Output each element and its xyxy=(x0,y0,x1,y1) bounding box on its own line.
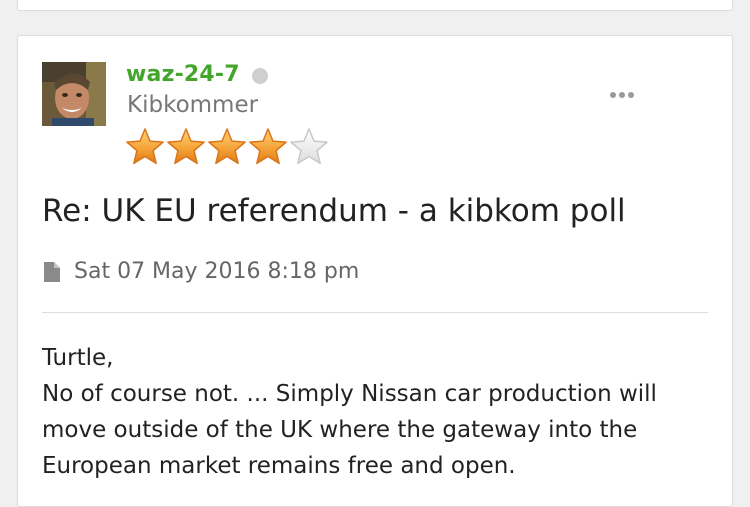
post-title: Re: UK EU referendum - a kibkom poll xyxy=(42,193,626,229)
more-options-icon[interactable] xyxy=(610,88,638,102)
post-body-line: move outside of the UK where the gateway… xyxy=(42,417,638,443)
rating-stars xyxy=(126,128,328,165)
star-filled-icon xyxy=(126,128,164,165)
user-rank: Kibkommer xyxy=(127,92,259,118)
post-body-line: Turtle, xyxy=(42,345,114,371)
post-body-line: No of course not. ... Simply Nissan car … xyxy=(42,381,657,407)
post-body: Turtle, No of course not. ... Simply Nis… xyxy=(42,340,712,484)
star-filled-icon xyxy=(249,128,287,165)
avatar[interactable] xyxy=(42,62,106,126)
post-meta: Sat 07 May 2016 8:18 pm xyxy=(42,259,359,284)
avatar-image xyxy=(42,62,106,126)
username-link[interactable]: waz-24-7 xyxy=(126,62,240,87)
post-body-line: European market remains free and open. xyxy=(42,453,516,479)
document-icon xyxy=(44,261,60,282)
star-filled-icon xyxy=(208,128,246,165)
star-empty-icon xyxy=(290,128,328,165)
online-status-icon xyxy=(252,68,268,84)
star-filled-icon xyxy=(167,128,205,165)
previous-post-card xyxy=(17,0,733,11)
post-date: Sat 07 May 2016 8:18 pm xyxy=(74,259,360,284)
divider xyxy=(42,312,708,313)
